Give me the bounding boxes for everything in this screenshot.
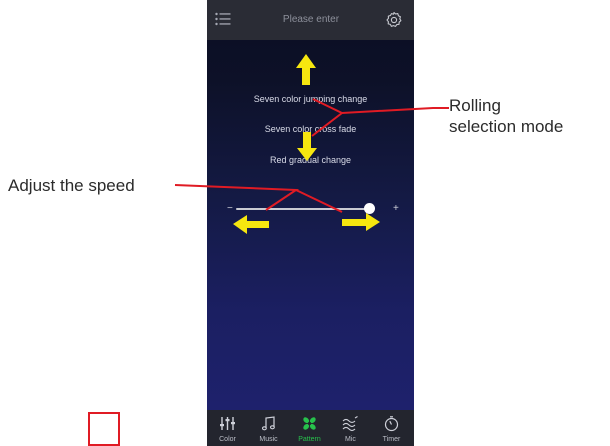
- top-bar: Please enter: [207, 0, 414, 40]
- tab-label: Timer: [382, 436, 401, 443]
- tab-mic[interactable]: Mic: [330, 410, 371, 446]
- music-note-icon: [261, 416, 275, 431]
- tab-label: Mic: [345, 436, 356, 443]
- pattern-fan-icon: [303, 417, 316, 430]
- sliders-icon: [220, 417, 235, 430]
- gear-icon[interactable]: [385, 11, 403, 29]
- tab-label: Pattern: [298, 436, 321, 443]
- tab-pattern[interactable]: Pattern: [289, 410, 330, 446]
- slider-plus-label: +: [393, 203, 399, 214]
- rolling-annotation-line2: selection mode: [449, 117, 564, 136]
- phone-screen: Please enter Seven color jumping change …: [207, 0, 414, 446]
- tab-label: Color: [219, 436, 236, 443]
- pattern-tab-highlight-box: [88, 412, 120, 446]
- timer-icon: [384, 416, 399, 432]
- tab-music[interactable]: Music: [248, 410, 289, 446]
- speed-annotation: Adjust the speed: [8, 176, 135, 195]
- rolling-annotation-line1: Rolling: [449, 96, 501, 115]
- tab-timer[interactable]: Timer: [371, 410, 412, 446]
- tab-label: Music: [259, 436, 278, 443]
- mode-item-red-gradual[interactable]: Red gradual change: [207, 154, 414, 166]
- tab-color[interactable]: Color: [207, 410, 248, 446]
- slider-thumb[interactable]: [364, 203, 376, 214]
- bottom-tab-bar: Color Music Pattern Mic Timer: [207, 410, 414, 446]
- mode-item-seven-color-jumping[interactable]: Seven color jumping change: [207, 93, 414, 105]
- slider-minus-label: −: [227, 203, 233, 214]
- slider-track[interactable]: [236, 208, 374, 210]
- search-input[interactable]: Please enter: [259, 12, 363, 28]
- list-menu-icon[interactable]: [215, 12, 231, 26]
- mic-wave-icon: [342, 416, 358, 432]
- mode-item-seven-color-cross-fade[interactable]: Seven color cross fade: [207, 123, 414, 135]
- speed-slider[interactable]: − +: [227, 202, 399, 216]
